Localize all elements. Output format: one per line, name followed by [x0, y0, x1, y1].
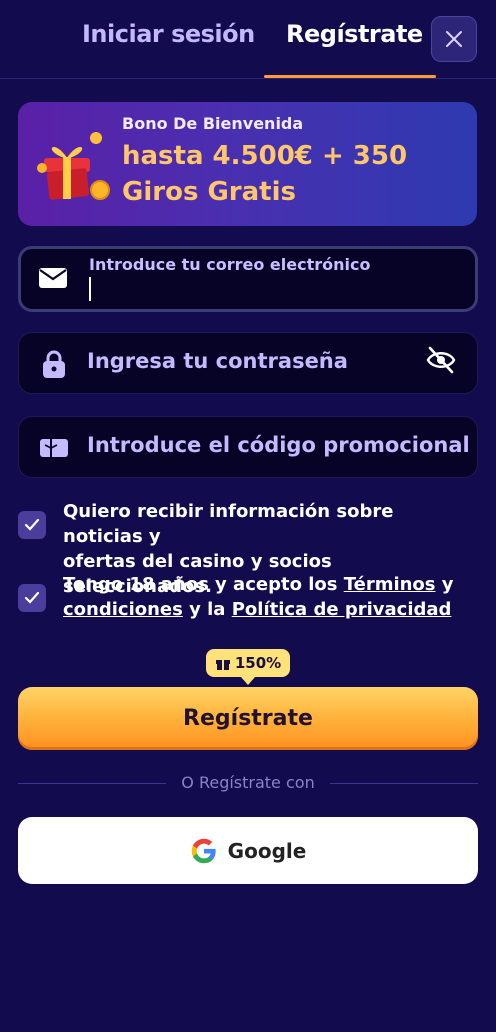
gift-icon: [215, 660, 230, 670]
conditions-link[interactable]: condiciones: [63, 599, 183, 620]
ticket-icon: [40, 439, 68, 457]
register-button[interactable]: Regístrate: [18, 687, 478, 750]
privacy-policy-link[interactable]: Política de privacidad: [232, 599, 452, 620]
bonus-badge: 150%: [206, 649, 290, 685]
text-caret: [89, 277, 91, 301]
check-icon: [24, 518, 40, 531]
password-placeholder: Ingresa tu contraseña: [87, 349, 348, 373]
google-icon: [191, 838, 216, 863]
close-icon: [446, 31, 462, 47]
terms-link[interactable]: Términos: [344, 574, 436, 595]
age-terms-and: y: [435, 574, 454, 595]
tab-login[interactable]: Iniciar sesión: [82, 20, 255, 48]
email-label: Introduce tu correo electrónico: [89, 255, 371, 274]
close-button[interactable]: [431, 16, 477, 62]
email-field[interactable]: Introduce tu correo electrónico: [18, 246, 478, 312]
password-field[interactable]: Ingresa tu contraseña: [18, 332, 478, 394]
age-terms-prefix: Tengo 18 años y acepto los: [63, 574, 344, 595]
google-button-label: Google: [227, 838, 307, 863]
bonus-spins: Giros Gratis: [122, 177, 296, 207]
social-divider: O Regístrate con: [18, 772, 478, 796]
gift-box-icon: [37, 132, 110, 200]
auth-tabs: Iniciar sesión Regístrate: [0, 0, 496, 79]
marketing-consent-checkbox[interactable]: [18, 511, 46, 539]
google-signup-button[interactable]: Google: [18, 817, 478, 884]
bonus-title: hasta 4.500€ + 350 Giros Gratis: [122, 138, 407, 210]
bonus-badge-value: 150%: [234, 654, 282, 672]
bonus-amount: hasta 4.500€ + 350: [122, 141, 408, 171]
age-terms-checkbox[interactable]: [18, 584, 46, 612]
promo-code-placeholder: Introduce el código promocional: [87, 433, 470, 457]
tab-register[interactable]: Regístrate: [286, 20, 423, 48]
welcome-bonus-banner: Bono De Bienvenida hasta 4.500€ + 350 Gi…: [18, 102, 477, 226]
eye-off-icon[interactable]: [425, 345, 457, 375]
age-terms-mid: y la: [182, 599, 232, 620]
bonus-label: Bono De Bienvenida: [122, 114, 304, 133]
age-terms-text: Tengo 18 años y acepto los Términos y co…: [63, 572, 454, 622]
lock-icon: [43, 350, 65, 378]
marketing-consent-line1: Quiero recibir información sobre noticia…: [63, 501, 394, 547]
promo-code-field[interactable]: Introduce el código promocional: [18, 416, 478, 478]
active-tab-indicator: [264, 75, 436, 78]
check-icon: [24, 591, 40, 604]
envelope-icon: [39, 268, 67, 288]
divider-line-right: [330, 783, 478, 784]
